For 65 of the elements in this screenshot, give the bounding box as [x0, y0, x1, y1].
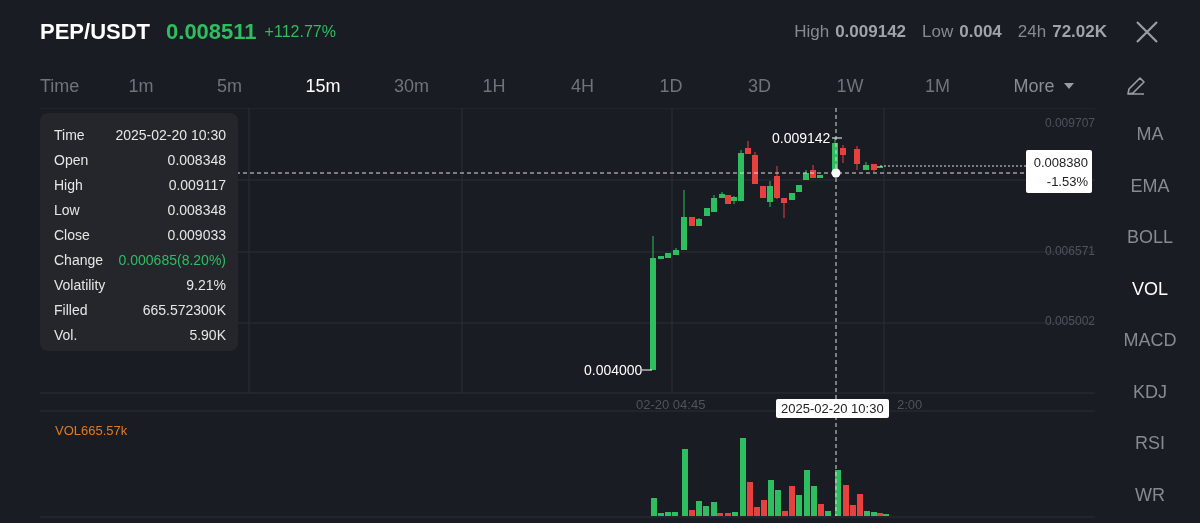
indicator-tab[interactable]: EMA	[1100, 160, 1200, 212]
ohlc-value: 2025-02-20 10:30	[115, 126, 226, 143]
ohlc-value: 0.000685(8.20%)	[118, 252, 226, 268]
ohlc-value: 0.008348	[167, 151, 226, 168]
candle	[681, 189, 687, 251]
ohlc-label: High	[54, 176, 83, 193]
indicator-tab[interactable]: KDJ	[1100, 366, 1200, 418]
candle	[673, 247, 679, 256]
leader-line	[831, 137, 843, 139]
interval-tab[interactable]: 1W	[836, 75, 925, 97]
interval-tab[interactable]: 15m	[305, 75, 394, 97]
ohlc-label: Close	[54, 226, 90, 243]
ohlc-value: 5.90K	[189, 327, 226, 344]
ohlc-value: 9.21%	[186, 277, 226, 294]
candle	[840, 144, 846, 164]
interval-tab[interactable]: 5m	[217, 75, 306, 97]
ohlc-label: Filled	[54, 302, 88, 319]
indicator-tab[interactable]: MACD	[1100, 315, 1200, 367]
interval-tab[interactable]: 30m	[394, 75, 483, 97]
pair-title: PEP/USDT	[40, 19, 151, 45]
ohlc-label: Time	[54, 126, 85, 143]
interval-tab[interactable]: 4H	[571, 75, 660, 97]
candle	[863, 161, 869, 171]
stat-label: 24h	[1017, 22, 1047, 42]
ohlc-value: 0.009033	[167, 226, 226, 243]
ohlc-label: Volatility	[54, 277, 106, 294]
low-price-label: 0.004000	[584, 362, 643, 378]
leader-line	[641, 369, 653, 371]
ohlc-label: Change	[54, 252, 104, 268]
ohlc-value: 0.009117	[168, 176, 226, 193]
ohlc-label: Low	[54, 201, 80, 218]
indicator-tab[interactable]: BOLL	[1100, 212, 1200, 264]
stat-label: High	[794, 22, 830, 42]
stat-value: 0.009142	[835, 22, 907, 42]
close-icon[interactable]	[1135, 20, 1159, 44]
more-dropdown[interactable]: More	[1013, 75, 1075, 97]
interval-tab[interactable]: 3D	[748, 75, 837, 97]
interval-tab[interactable]: 1M	[925, 75, 1014, 97]
indicator-tab[interactable]: MA	[1100, 109, 1200, 161]
tag-change: -1.53%	[1046, 172, 1088, 191]
interval-tab[interactable]: 1D	[659, 75, 748, 97]
ohlc-label: Open	[54, 151, 89, 168]
caret-icon	[1062, 82, 1075, 90]
stat-value: 72.02K	[1052, 22, 1107, 42]
tag-price: 0.008380	[1033, 153, 1088, 172]
candle	[854, 145, 860, 171]
interval-tab[interactable]: Time	[40, 75, 129, 97]
volume-bar	[835, 470, 841, 516]
indicator-tab[interactable]: WR	[1100, 469, 1200, 521]
crosshair-time-label: 2025-02-20 10:30	[776, 399, 889, 418]
pencil-icon[interactable]	[1125, 75, 1147, 97]
indicator-tab[interactable]: RSI	[1100, 418, 1200, 470]
interval-tab[interactable]: 1m	[128, 75, 217, 97]
volume-label: VOL665.57k	[55, 423, 128, 438]
crosshair-dot	[831, 168, 841, 178]
interval-tab[interactable]: 1H	[482, 75, 571, 97]
price-change: +112.77%	[264, 23, 336, 41]
last-price: 0.008511	[166, 19, 257, 45]
stat-label: Low	[922, 22, 954, 42]
stat-value: 0.004	[959, 22, 1002, 42]
ohlc-label: Vol.	[54, 327, 78, 344]
ohlc-value: 665.572300K	[142, 302, 226, 319]
ohlc-value: 0.008348	[167, 201, 226, 218]
high-price-label: 0.009142	[772, 130, 831, 146]
indicator-tab[interactable]: VOL	[1100, 263, 1200, 315]
